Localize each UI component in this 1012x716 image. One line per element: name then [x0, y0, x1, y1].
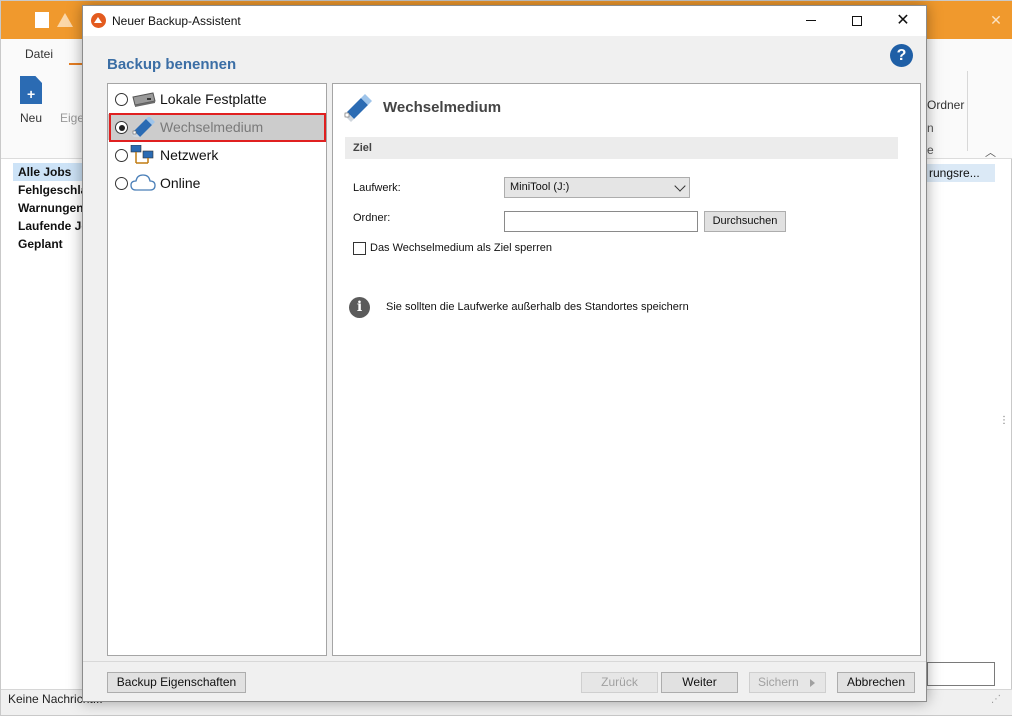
ribbon-collapse-icon[interactable]: ︿: [985, 144, 996, 160]
dialog-footer: Backup Eigenschaften Zurück Weiter Siche…: [83, 661, 926, 701]
nav-item-warnings[interactable]: Warnungen: [13, 199, 83, 217]
info-icon: i: [349, 297, 370, 318]
drive-select[interactable]: MiniTool (J:): [504, 177, 690, 198]
hard-drive-icon: [132, 92, 156, 107]
backup-wizard-dialog: Neuer Backup-Assistent ✕ Backup benennen…: [82, 5, 927, 702]
destination-list: Lokale Festplatte Wechselmedium Netzwerk: [107, 83, 327, 656]
close-button[interactable]: ✕: [880, 6, 926, 36]
save-button-label: Sichern: [758, 675, 799, 689]
ribbon-folder-label[interactable]: Ordner: [927, 98, 964, 112]
panel-title: Wechselmedium: [383, 99, 502, 116]
nav-item-running[interactable]: Laufende Jo: [13, 217, 83, 235]
dialog-titlebar: Neuer Backup-Assistent ✕: [83, 6, 926, 36]
active-tab-underline: [69, 63, 83, 65]
help-icon[interactable]: ?: [890, 44, 913, 67]
plus-icon: +: [27, 86, 36, 102]
nav-item-scheduled[interactable]: Geplant: [13, 235, 83, 253]
destination-item-network[interactable]: Netzwerk: [108, 142, 326, 168]
destination-label: Online: [160, 175, 201, 191]
radio-local-disk[interactable]: [115, 93, 128, 106]
lock-target-checkbox[interactable]: [353, 242, 366, 255]
ribbon-new-label[interactable]: Neu: [20, 111, 42, 125]
folder-label: Ordner:: [353, 212, 391, 224]
lock-target-label[interactable]: Das Wechselmedium als Ziel sperren: [370, 242, 552, 254]
destination-item-local-disk[interactable]: Lokale Festplatte: [108, 86, 326, 112]
next-button[interactable]: Weiter: [661, 672, 738, 693]
app-logo-icon: [91, 13, 106, 28]
browse-button[interactable]: Durchsuchen: [704, 211, 786, 232]
usb-drive-icon: [344, 94, 372, 122]
nav-item-all-jobs[interactable]: Alle Jobs: [13, 163, 83, 181]
selection-highlight-box: [109, 113, 326, 142]
background-close-icon[interactable]: ✕: [981, 1, 1011, 39]
section-header-target: Ziel: [345, 137, 898, 159]
backup-properties-button[interactable]: Backup Eigenschaften: [107, 672, 246, 693]
save-button[interactable]: Sichern: [749, 672, 826, 693]
tab-file[interactable]: Datei: [25, 47, 53, 61]
back-button[interactable]: Zurück: [581, 672, 658, 693]
splitter-grip-icon[interactable]: ⋮: [999, 416, 1009, 426]
resize-grip-icon[interactable]: ⋰: [991, 694, 1001, 705]
radio-online[interactable]: [115, 177, 128, 190]
cloud-icon: [130, 174, 156, 191]
minimize-icon: [806, 20, 816, 22]
ribbon-label-fragment: n: [927, 121, 934, 135]
ribbon-label-fragment: e: [927, 143, 934, 157]
ribbon-separator: [967, 71, 968, 151]
dropdown-arrow-icon: [810, 679, 815, 687]
job-filter-list: Alle Jobs Fehlgeschla Warnungen Laufende…: [13, 163, 83, 253]
ribbon-properties-label[interactable]: Eige: [60, 111, 84, 125]
destination-label: Netzwerk: [160, 147, 219, 163]
info-text: Sie sollten die Laufwerke außerhalb des …: [386, 301, 689, 313]
quick-access-toolbar: [35, 12, 73, 28]
destination-item-online[interactable]: Online: [108, 170, 326, 196]
nav-item-failed[interactable]: Fehlgeschla: [13, 181, 83, 199]
new-document-icon[interactable]: [35, 12, 49, 28]
upload-arrow-icon[interactable]: [57, 13, 73, 27]
network-icon: [130, 145, 154, 164]
destination-label: Lokale Festplatte: [160, 91, 267, 107]
dialog-title: Neuer Backup-Assistent: [112, 14, 241, 28]
folder-input[interactable]: [504, 211, 698, 232]
background-window-controls: ✕: [981, 1, 1011, 39]
cancel-button[interactable]: Abbrechen: [837, 672, 915, 693]
radio-network[interactable]: [115, 149, 128, 162]
drive-label: Laufwerk:: [353, 182, 401, 194]
maximize-icon: [852, 15, 862, 26]
drive-select-value: MiniTool (J:): [510, 181, 570, 193]
page-title: Backup benennen: [107, 56, 237, 73]
column-header[interactable]: rungsre...: [927, 164, 995, 182]
background-input-box[interactable]: [927, 662, 995, 686]
minimize-button[interactable]: [788, 6, 834, 36]
chevron-down-icon: [674, 180, 686, 192]
destination-settings-panel: Wechselmedium Ziel Laufwerk: MiniTool (J…: [332, 83, 921, 656]
maximize-button[interactable]: [834, 6, 880, 36]
